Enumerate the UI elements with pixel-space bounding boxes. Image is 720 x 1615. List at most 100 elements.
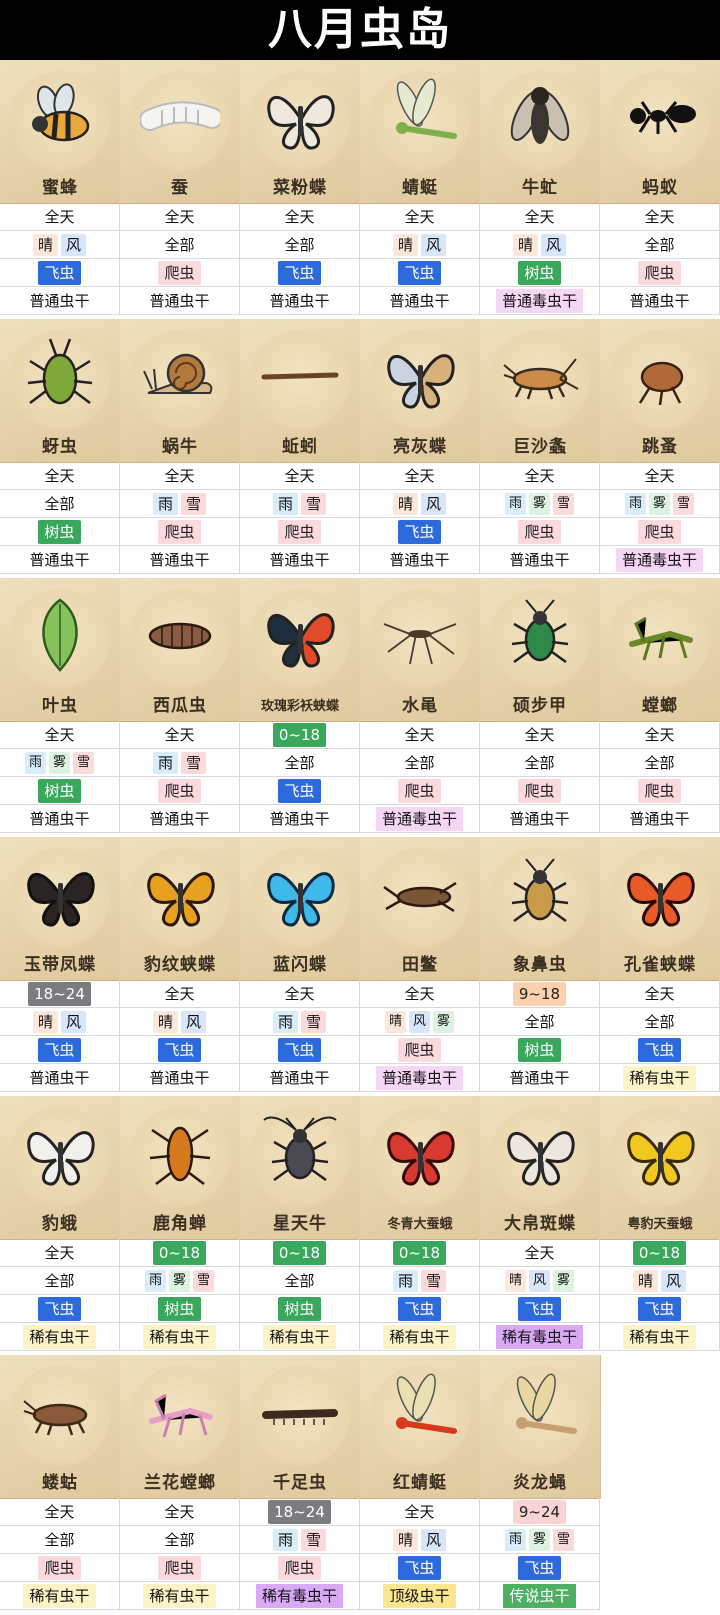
bait-row: 普通虫干 bbox=[240, 805, 360, 833]
bug-name: 跳蚤 bbox=[642, 437, 678, 457]
type-row: 爬虫 bbox=[480, 518, 600, 546]
bug-type-chip: 爬虫 bbox=[398, 778, 441, 803]
weather-tag: 雨 bbox=[24, 751, 46, 774]
bait-chip: 普通毒虫干 bbox=[375, 806, 463, 831]
bug-type-chip: 飞虫 bbox=[278, 1037, 321, 1062]
water-bug-icon bbox=[383, 881, 457, 913]
bug-type-chip: 飞虫 bbox=[398, 1555, 441, 1580]
bug-card: 牛虻 全天 晴风 树虫 普通毒虫干 bbox=[480, 60, 601, 319]
time-text: 全天 bbox=[284, 985, 315, 1003]
bug-card: 蚂蚁 全天 全部 爬虫 普通虫干 bbox=[600, 60, 720, 319]
bug-card: 玫瑰彩袄蛱蝶 0~18 全部 飞虫 普通虫干 bbox=[240, 578, 361, 837]
time-text: 全天 bbox=[164, 726, 195, 744]
bug-illustration: 玫瑰彩袄蛱蝶 bbox=[240, 578, 361, 722]
bug-illustration: 水黾 bbox=[360, 578, 481, 722]
type-row: 飞虫 bbox=[240, 259, 360, 287]
time-row: 0~18 bbox=[600, 1239, 720, 1267]
type-row: 飞虫 bbox=[0, 259, 120, 287]
time-row: 全天 bbox=[480, 462, 600, 490]
type-row: 飞虫 bbox=[360, 1554, 480, 1582]
weather-row: 全部 bbox=[0, 1267, 120, 1295]
bug-type-chip: 树虫 bbox=[158, 1296, 201, 1321]
page-title: 八月虫岛 bbox=[0, 0, 720, 60]
bug-type-chip: 飞虫 bbox=[398, 519, 441, 544]
bug-card: 蚜虫 全天 全部 树虫 普通虫干 bbox=[0, 319, 121, 578]
bug-type-chip: 爬虫 bbox=[158, 778, 201, 803]
weather-tag: 雪 bbox=[181, 751, 207, 774]
bait-row: 普通虫干 bbox=[600, 805, 720, 833]
cabbage-butterfly-icon bbox=[267, 95, 335, 150]
type-row: 爬虫 bbox=[120, 1554, 240, 1582]
bug-card: 大帛斑蝶 全天 晴风雾 飞虫 稀有毒虫干 bbox=[480, 1096, 601, 1355]
weather-tag: 风 bbox=[408, 1010, 430, 1033]
bug-name: 冬青大蚕蛾 bbox=[387, 1217, 453, 1232]
bug-name: 蝼蛄 bbox=[42, 1473, 78, 1493]
bait-chip: 普通虫干 bbox=[29, 550, 90, 569]
time-text: 全天 bbox=[164, 1503, 195, 1521]
time-chip: 0~18 bbox=[272, 722, 327, 747]
bait-row: 普通虫干 bbox=[480, 805, 600, 833]
bait-row: 普通虫干 bbox=[360, 546, 480, 574]
time-row: 全天 bbox=[0, 1498, 120, 1526]
bug-illustration: 田鳖 bbox=[360, 837, 481, 981]
bait-chip: 普通虫干 bbox=[29, 1068, 90, 1087]
weta-icon bbox=[503, 358, 579, 400]
time-row: 全天 bbox=[360, 721, 480, 749]
silk-moth-icon bbox=[387, 1131, 455, 1186]
bug-illustration: 炎龙蝇 bbox=[480, 1355, 601, 1499]
weather-tag: 雨 bbox=[152, 492, 178, 515]
type-row: 飞虫 bbox=[240, 777, 360, 805]
bug-illustration: 蜜蜂 bbox=[0, 60, 121, 204]
time-text: 全天 bbox=[44, 726, 75, 744]
bug-name: 孔雀蛱蝶 bbox=[624, 955, 696, 975]
bug-name: 大帛斑蝶 bbox=[504, 1214, 576, 1234]
bait-row: 普通虫干 bbox=[480, 546, 600, 574]
weather-row: 雨雾雪 bbox=[480, 490, 600, 518]
bug-illustration: 蝼蛄 bbox=[0, 1355, 121, 1499]
weather-tag: 晴 bbox=[32, 233, 58, 256]
weather-all: 全部 bbox=[164, 235, 195, 254]
swallowtail-icon bbox=[27, 872, 95, 927]
bug-illustration: 蜗牛 bbox=[120, 319, 241, 463]
weather-tag: 雨 bbox=[392, 1269, 418, 1292]
bug-card: 玉带凤蝶 18~24 晴风 飞虫 普通虫干 bbox=[0, 837, 121, 1096]
weather-row: 雨雪 bbox=[120, 490, 240, 518]
weather-row: 雨雾雪 bbox=[0, 749, 120, 777]
bug-card: 叶虫 全天 雨雾雪 树虫 普通虫干 bbox=[0, 578, 121, 837]
bug-illustration: 巨沙螽 bbox=[480, 319, 601, 463]
bug-name: 玉带凤蝶 bbox=[24, 955, 96, 975]
weather-tag: 雨 bbox=[624, 492, 646, 515]
bait-chip: 普通虫干 bbox=[269, 1068, 330, 1087]
type-row: 飞虫 bbox=[600, 1295, 720, 1323]
weather-row: 晴风 bbox=[0, 231, 120, 259]
bug-card: 豹蛾 全天 全部 飞虫 稀有虫干 bbox=[0, 1096, 121, 1355]
weather-tag: 雾 bbox=[168, 1269, 190, 1292]
bug-name: 红蜻蜓 bbox=[393, 1473, 447, 1493]
weather-tag: 雾 bbox=[553, 1269, 575, 1292]
blue-butterfly-icon bbox=[387, 354, 455, 409]
time-chip: 0~18 bbox=[392, 1240, 447, 1265]
bait-row: 顶级虫干 bbox=[360, 1582, 480, 1610]
bug-card: 跳蚤 全天 雨雾雪 爬虫 普通毒虫干 bbox=[600, 319, 720, 578]
bait-row: 普通虫干 bbox=[120, 1064, 240, 1092]
bug-card: 鹿角蝉 0~18 雨雾雪 树虫 稀有虫干 bbox=[120, 1096, 241, 1355]
weather-tag: 晴 bbox=[152, 1010, 178, 1033]
bug-type-chip: 爬虫 bbox=[158, 519, 201, 544]
bug-illustration: 象鼻虫 bbox=[480, 837, 601, 981]
weather-all: 全部 bbox=[404, 753, 435, 772]
time-row: 全天 bbox=[360, 462, 480, 490]
weather-tag: 风 bbox=[421, 233, 447, 256]
bug-name: 螳螂 bbox=[642, 696, 678, 716]
type-row: 树虫 bbox=[240, 1295, 360, 1323]
bug-illustration: 孔雀蛱蝶 bbox=[600, 837, 720, 981]
bug-illustration: 蚕 bbox=[120, 60, 241, 204]
time-text: 全天 bbox=[164, 467, 195, 485]
weather-tag: 雨 bbox=[272, 492, 298, 515]
bug-name: 田鳖 bbox=[402, 955, 438, 975]
weather-all: 全部 bbox=[284, 235, 315, 254]
bug-type-chip: 爬虫 bbox=[638, 778, 681, 803]
type-row: 飞虫 bbox=[240, 1036, 360, 1064]
weather-tag: 雪 bbox=[301, 1010, 327, 1033]
leaf-insect-icon bbox=[42, 598, 78, 672]
bait-chip: 稀有虫干 bbox=[623, 1065, 696, 1090]
